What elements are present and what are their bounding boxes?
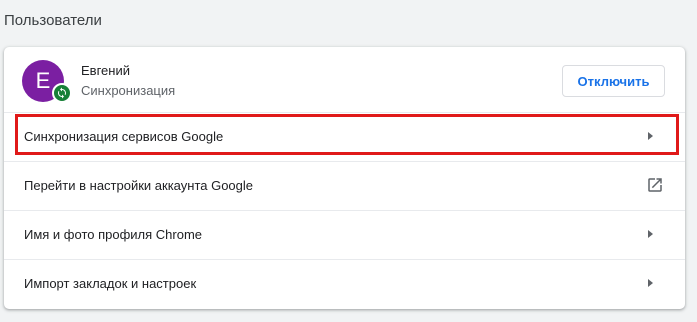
- sync-badge: [52, 83, 72, 103]
- row-sync-services[interactable]: Синхронизация сервисов Google: [4, 112, 685, 161]
- row-google-account[interactable]: Перейти в настройки аккаунта Google: [4, 161, 685, 210]
- profile-row: E Евгений Синхронизация Отключить: [4, 47, 685, 112]
- sync-status: Синхронизация: [81, 83, 176, 98]
- external-link-icon: [648, 178, 662, 192]
- disconnect-button[interactable]: Отключить: [562, 65, 665, 97]
- row-label: Имя и фото профиля Chrome: [24, 227, 203, 242]
- chevron-right-icon: [648, 279, 653, 287]
- row-profile-name-photo[interactable]: Имя и фото профиля Chrome: [4, 210, 685, 259]
- people-card: E Евгений Синхронизация Отключить Синхро…: [4, 47, 685, 309]
- chevron-right-icon: [648, 230, 653, 238]
- chevron-right-icon: [648, 132, 653, 140]
- sync-icon: [58, 87, 66, 99]
- row-label: Импорт закладок и настроек: [24, 276, 197, 291]
- row-label: Перейти в настройки аккаунта Google: [24, 178, 254, 193]
- row-label: Синхронизация сервисов Google: [24, 129, 224, 144]
- section-title: Пользователи: [4, 12, 102, 29]
- row-import-bookmarks[interactable]: Импорт закладок и настроек: [4, 259, 685, 308]
- user-name: Евгений: [81, 63, 130, 78]
